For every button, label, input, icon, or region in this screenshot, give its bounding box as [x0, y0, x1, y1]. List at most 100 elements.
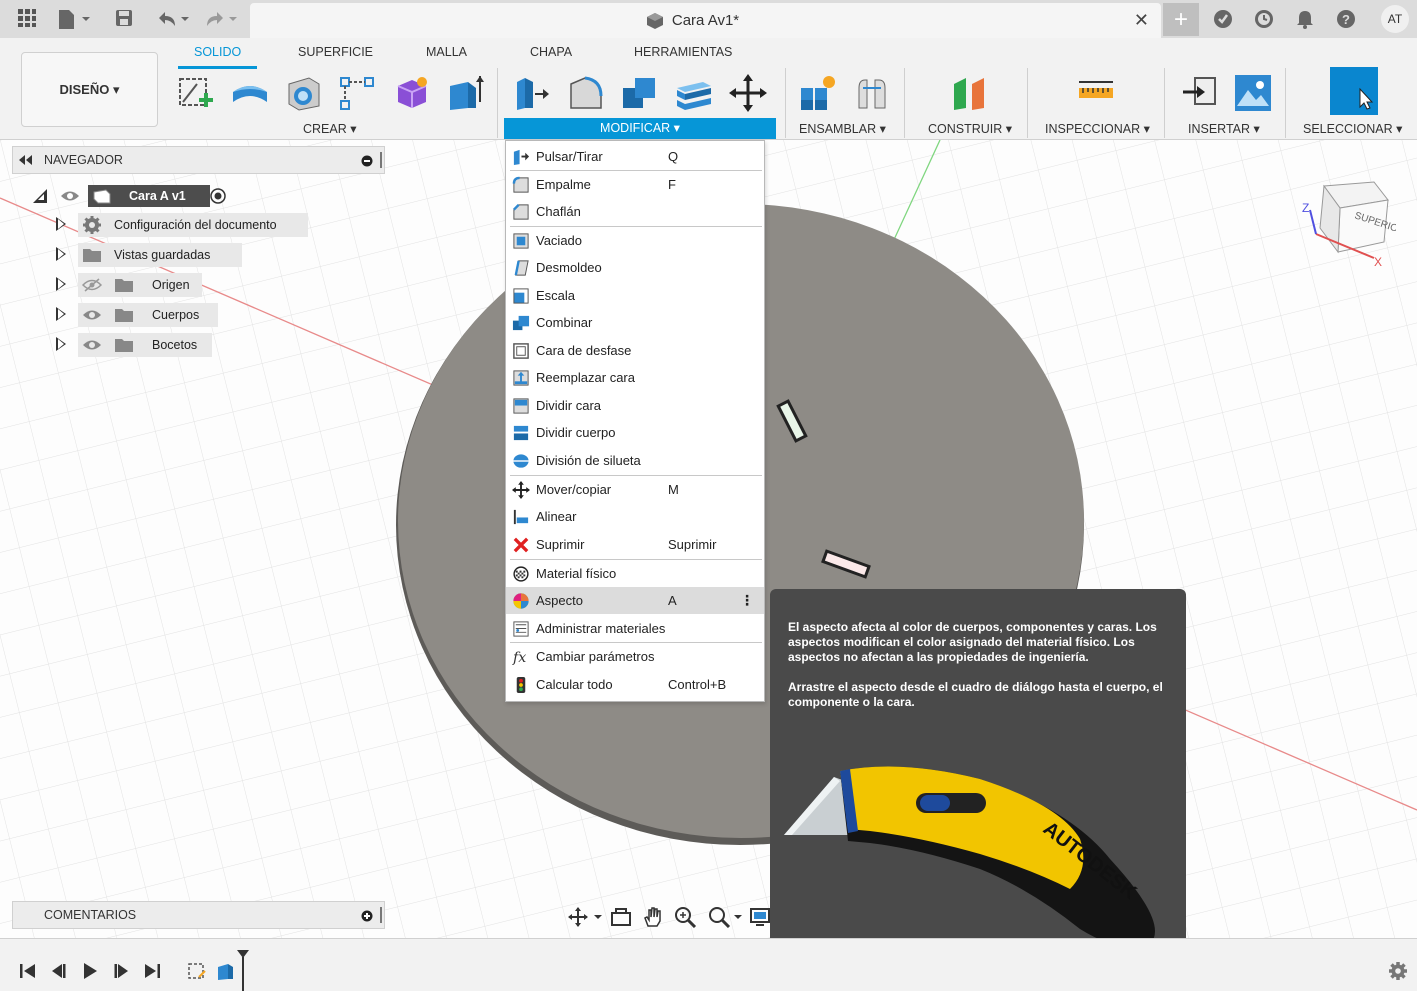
orbit-icon[interactable]	[568, 907, 602, 927]
extensions-icon[interactable]	[1212, 8, 1234, 30]
menu-item-combinar[interactable]: Combinar	[506, 309, 764, 336]
sweep-icon[interactable]	[338, 74, 376, 112]
modify-group-label[interactable]: MODIFICAR ▾	[504, 118, 776, 139]
menu-item-mover-copiar[interactable]: Mover/copiar M	[506, 476, 764, 503]
eye-hidden-icon[interactable]	[82, 278, 102, 292]
insert-derive-icon[interactable]	[1181, 74, 1219, 112]
combine-icon[interactable]	[621, 74, 659, 112]
tab-herramientas[interactable]: HERRAMIENTAS	[634, 45, 732, 59]
tab-solido[interactable]: SOLIDO	[194, 45, 241, 59]
browser-item-saved-views[interactable]: Vistas guardadas	[56, 243, 242, 267]
menu-item-desmoldeo[interactable]: Desmoldeo	[506, 254, 764, 281]
construct-group-label[interactable]: CONSTRUIR ▾	[928, 121, 1012, 136]
menu-item-reemplazar-cara[interactable]: Reemplazar cara	[506, 364, 764, 391]
view-cube[interactable]: SUPERIOR Z X	[1296, 172, 1396, 272]
eye-icon[interactable]	[82, 338, 102, 352]
select-cursor-icon[interactable]	[1330, 67, 1378, 115]
menu-item-chaflan[interactable]: Chaflán	[506, 198, 764, 225]
timeline-sketch-icon[interactable]	[187, 961, 207, 981]
menu-item-aspecto[interactable]: Aspecto A ⋮	[506, 587, 764, 614]
panel-options-icon[interactable]	[361, 155, 373, 167]
menu-item-empalme[interactable]: Empalme F	[506, 171, 764, 198]
undo-icon[interactable]	[155, 8, 191, 30]
extrude-icon[interactable]	[446, 74, 484, 112]
panel-resize-handle[interactable]	[380, 907, 382, 923]
tab-superficie[interactable]: SUPERFICIE	[298, 45, 373, 59]
eye-icon[interactable]	[82, 308, 102, 322]
insert-image-icon[interactable]	[1234, 74, 1272, 112]
menu-item-alinear[interactable]: Alinear	[506, 503, 764, 530]
help-icon[interactable]: ?	[1335, 8, 1357, 30]
redo-icon[interactable]	[203, 8, 239, 30]
tab-malla[interactable]: MALLA	[426, 45, 467, 59]
select-group-label[interactable]: SELECCIONAR ▾	[1303, 121, 1402, 136]
workspace-switcher-button[interactable]: DISEÑO ▾	[21, 52, 158, 127]
menu-item-cara-de-desfase[interactable]: Cara de desfase	[506, 337, 764, 364]
menu-item-cambiar-parametros[interactable]: fx Cambiar parámetros	[506, 643, 764, 670]
go-to-end-icon[interactable]	[142, 961, 162, 981]
create-group-label[interactable]: CREAR ▾	[303, 121, 357, 136]
insert-group-label[interactable]: INSERTAR ▾	[1188, 121, 1260, 136]
job-status-icon[interactable]	[1253, 8, 1275, 30]
display-settings-icon[interactable]	[750, 907, 770, 927]
timeline-settings-gear-icon[interactable]	[1388, 961, 1408, 981]
expand-triangle-icon[interactable]	[56, 247, 66, 261]
menu-item-dividir-cuerpo[interactable]: Dividir cuerpo	[506, 419, 764, 446]
menu-item-division-de-silueta[interactable]: División de silueta	[506, 447, 764, 474]
inspect-group-label[interactable]: INSPECCIONAR ▾	[1045, 121, 1150, 136]
split-body-icon[interactable]	[675, 74, 713, 112]
browser-item-bodies[interactable]: Cuerpos	[56, 303, 218, 327]
file-menu-icon[interactable]	[56, 8, 92, 30]
go-to-start-icon[interactable]	[18, 961, 38, 981]
close-tab-icon[interactable]: ✕	[1134, 10, 1149, 31]
more-options-icon[interactable]: ⋮	[740, 592, 754, 609]
pan-hand-icon[interactable]	[642, 906, 664, 928]
notifications-bell-icon[interactable]	[1294, 8, 1316, 30]
menu-item-administrar-materiales[interactable]: Administrar materiales	[506, 615, 764, 642]
expand-triangle-icon[interactable]	[56, 217, 66, 231]
menu-item-suprimir[interactable]: Suprimir Suprimir	[506, 531, 764, 558]
activate-radio-icon[interactable]	[210, 188, 226, 204]
expand-triangle-icon[interactable]	[56, 277, 66, 291]
panel-resize-handle[interactable]	[380, 152, 382, 168]
fillet-icon[interactable]	[567, 74, 605, 112]
step-forward-icon[interactable]	[111, 961, 131, 981]
menu-item-calcular-todo[interactable]: Calcular todo Control+B	[506, 671, 764, 698]
browser-root-row[interactable]: Cara A v1	[32, 184, 242, 208]
play-icon[interactable]	[80, 961, 100, 981]
assemble-group-label[interactable]: ENSAMBLAR ▾	[799, 121, 886, 136]
step-back-icon[interactable]	[49, 961, 69, 981]
timeline-extrude-icon[interactable]	[216, 961, 236, 981]
document-tab[interactable]: Cara Av1* ✕	[250, 3, 1161, 38]
create-sketch-icon[interactable]	[177, 74, 215, 112]
collapse-triangle-icon[interactable]	[32, 188, 48, 204]
create-form-icon[interactable]	[392, 74, 430, 112]
revolve-icon[interactable]	[285, 74, 323, 112]
menu-item-vaciado[interactable]: Vaciado	[506, 227, 764, 254]
add-comment-icon[interactable]	[361, 910, 373, 922]
expand-triangle-icon[interactable]	[56, 307, 66, 321]
browser-item-sketches[interactable]: Bocetos	[56, 333, 212, 357]
menu-item-material-fisico[interactable]: Material físico	[506, 560, 764, 587]
look-at-icon[interactable]	[610, 907, 632, 927]
fit-view-icon[interactable]	[708, 906, 742, 928]
joint-icon[interactable]	[853, 74, 891, 112]
comments-panel-header[interactable]: COMENTARIOS	[12, 901, 385, 929]
push-pull-icon[interactable]	[513, 74, 551, 112]
offset-plane-icon[interactable]	[950, 74, 988, 112]
new-component-icon[interactable]	[799, 74, 837, 112]
expand-triangle-icon[interactable]	[56, 337, 66, 351]
extrude-form-icon[interactable]	[231, 74, 269, 112]
move-arrows-icon[interactable]	[729, 74, 767, 112]
browser-item-origin[interactable]: Origen	[56, 273, 202, 297]
collapse-panel-icon[interactable]	[19, 155, 33, 165]
user-avatar[interactable]: AT	[1381, 5, 1409, 33]
new-tab-button[interactable]: +	[1163, 3, 1199, 36]
menu-item-dividir-cara[interactable]: Dividir cara	[506, 392, 764, 419]
menu-item-pulsar-tirar[interactable]: Pulsar/Tirar Q	[506, 143, 764, 170]
tab-chapa[interactable]: CHAPA	[530, 45, 572, 59]
measure-icon[interactable]	[1077, 74, 1115, 112]
browser-panel-header[interactable]: NAVEGADOR	[12, 146, 385, 174]
menu-item-escala[interactable]: Escala	[506, 282, 764, 309]
save-icon[interactable]	[113, 8, 135, 30]
